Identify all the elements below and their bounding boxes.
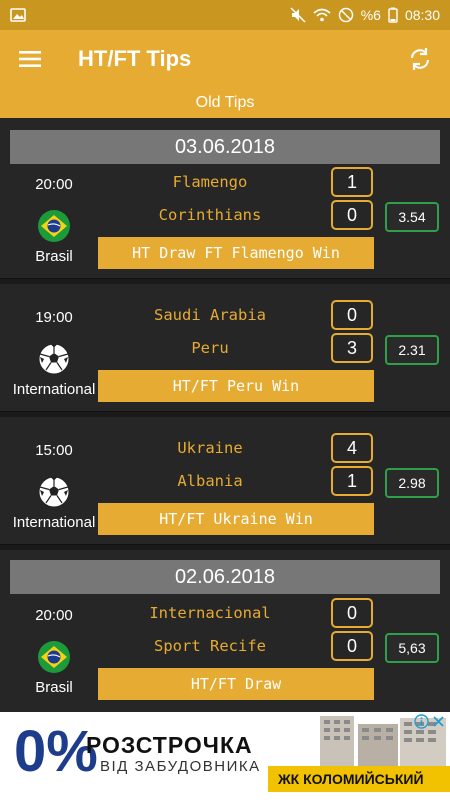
battery-percent: %6 <box>360 7 381 23</box>
refresh-icon <box>410 48 430 70</box>
match-country: International <box>12 381 96 398</box>
wifi-icon <box>313 8 331 22</box>
tip-label: HT/FT Ukraine Win <box>98 503 374 535</box>
app-bar: HT/FT Tips <box>0 30 450 88</box>
ad-banner[interactable]: 0% РОЗСТРОЧКА ВІД ЗАБУДОВНИКА ЖК КОЛОМИЙ… <box>0 712 450 800</box>
away-score: 3 <box>331 333 373 363</box>
mute-icon <box>290 7 306 23</box>
match-country: International <box>12 514 96 531</box>
away-score: 0 <box>331 200 373 230</box>
divider <box>0 411 450 417</box>
page-title: HT/FT Tips <box>78 46 192 71</box>
brazil-flag-icon <box>38 210 70 247</box>
date-header: 02.06.2018 <box>10 560 440 594</box>
tip-label: HT/FT Draw <box>98 668 374 700</box>
odds-badge: 5,63 <box>385 633 439 663</box>
ad-brand-bar: ЖК КОЛОМИЙСЬКИЙ <box>268 766 450 792</box>
match-country: Brasil <box>35 679 73 696</box>
away-team: Corinthians <box>158 206 262 224</box>
match-time: 15:00 <box>35 442 73 459</box>
home-team: Internacional <box>149 604 271 622</box>
away-team: Sport Recife <box>154 637 266 655</box>
away-score: 1 <box>331 466 373 496</box>
match-time: 19:00 <box>35 309 73 326</box>
ad-subline: ВІД ЗАБУДОВНИКА <box>100 758 261 775</box>
date-header: 03.06.2018 <box>10 130 440 164</box>
odds-badge: 2.98 <box>385 468 439 498</box>
home-score: 0 <box>331 598 373 628</box>
home-score: 1 <box>331 167 373 197</box>
tip-label: HT/FT Peru Win <box>98 370 374 402</box>
soccer-ball-icon <box>38 343 70 380</box>
home-score: 0 <box>331 300 373 330</box>
old-tips-tab[interactable]: Old Tips <box>0 88 450 118</box>
away-team: Albania <box>177 472 243 490</box>
soccer-ball-icon <box>38 476 70 513</box>
clock: 08:30 <box>404 7 440 23</box>
menu-button[interactable] <box>0 30 60 88</box>
odds-badge: 2.31 <box>385 335 439 365</box>
home-team: Flamengo <box>172 173 248 191</box>
battery-icon <box>388 7 398 23</box>
match-country: Brasil <box>35 248 73 265</box>
status-bar: %6 08:30 <box>0 0 450 30</box>
no-sim-icon <box>338 7 354 23</box>
away-team: Peru <box>191 339 229 357</box>
divider <box>0 278 450 284</box>
tips-list[interactable]: 03.06.2018 20:00 Brasil Flamengo Corinth… <box>0 118 450 712</box>
home-team: Saudi Arabia <box>154 306 266 324</box>
tip-label: HT Draw FT Flamengo Win <box>98 237 374 269</box>
ad-headline: РОЗСТРОЧКА <box>86 732 253 758</box>
match-time: 20:00 <box>35 607 73 624</box>
brazil-flag-icon <box>38 641 70 678</box>
refresh-button[interactable] <box>390 30 450 88</box>
match-time: 20:00 <box>35 176 73 193</box>
gallery-notification-icon <box>10 8 26 22</box>
away-score: 0 <box>331 631 373 661</box>
divider <box>0 544 450 550</box>
ad-info-icon[interactable] <box>414 714 429 729</box>
odds-badge: 3.54 <box>385 202 439 232</box>
home-score: 4 <box>331 433 373 463</box>
ad-close-icon[interactable] <box>431 714 446 729</box>
home-team: Ukraine <box>177 439 243 457</box>
hamburger-icon <box>19 51 41 67</box>
ad-controls[interactable] <box>414 714 446 730</box>
